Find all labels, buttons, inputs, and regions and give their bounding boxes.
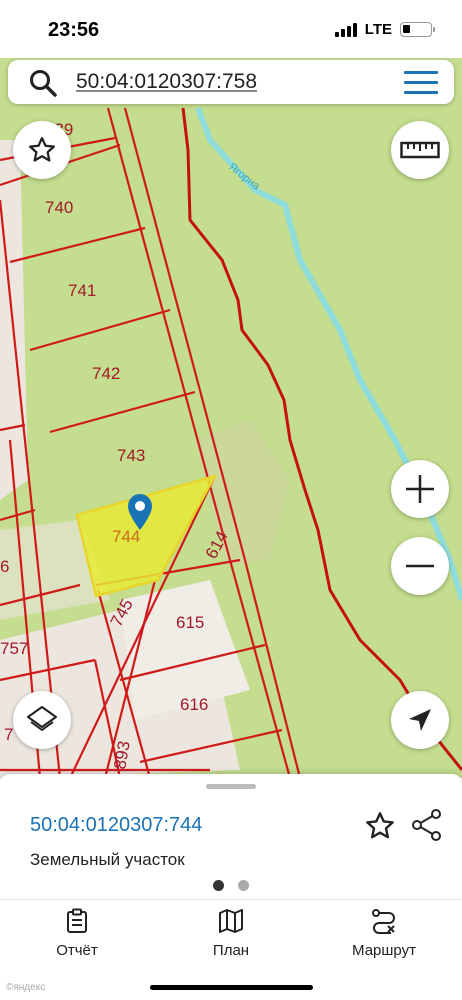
star-icon [29,137,55,162]
parcel-label: 616 [180,695,208,714]
status-time: 23:56 [48,19,100,41]
parcel-label: 6 [0,557,9,576]
tab-route[interactable]: Маршрут [324,908,444,959]
route-icon [372,909,395,934]
zoom-in-button[interactable] [391,460,449,518]
plus-icon [406,475,434,503]
share-icon[interactable] [410,808,444,842]
tab-label: План [212,942,250,959]
tab-label: Отчёт [56,942,98,959]
sheet-handle[interactable] [206,784,256,789]
navigation-arrow-icon [409,709,431,731]
watermark: ©яндекс [6,982,46,993]
tab-plan[interactable]: План [171,908,291,959]
parcel-label: 743 [117,446,145,465]
locate-button[interactable] [391,691,449,749]
page-indicator [213,880,249,891]
page-dot-active[interactable] [213,880,224,891]
tab-label: Маршрут [352,942,416,959]
map-icon [219,909,243,933]
parcel-label: 742 [92,364,120,383]
network-label: LTE [364,21,392,38]
battery-level [403,25,410,33]
parcel-label: 757 [0,639,28,658]
parcel-label: 7 [4,725,13,744]
ruler-icon [400,141,440,159]
tab-report[interactable]: Отчёт [17,908,137,959]
layers-button[interactable] [13,691,71,749]
search-icon[interactable] [28,68,58,98]
battery-icon [400,22,435,37]
signal-icon [334,22,357,37]
menu-icon[interactable] [404,71,438,95]
zoom-out-button[interactable] [391,537,449,595]
parcel-label: 615 [176,613,204,632]
report-icon [67,908,87,933]
parcel-type: Земельный участок [30,850,185,869]
search-input[interactable]: 50:04:0120307:758 [76,70,257,94]
favorite-button[interactable] [13,121,71,179]
search-bar[interactable]: 50:04:0120307:758 [8,60,454,104]
cadastral-map[interactable]: Ягорна 740 741 742 743 744 614 745 615 6… [0,58,462,778]
star-icon[interactable] [364,810,396,842]
minus-icon [406,564,434,568]
status-bar: 23:56 LTE [0,0,462,58]
parcel-label: 744 [112,527,140,546]
page-dot[interactable] [238,880,249,891]
parcel-label: 740 [45,198,73,217]
layers-icon [27,706,57,731]
parcel-cadastral-number[interactable]: 50:04:0120307:744 [30,814,202,837]
ruler-button[interactable] [391,121,449,179]
parcel-label: 741 [68,281,96,300]
home-indicator[interactable] [150,985,313,990]
